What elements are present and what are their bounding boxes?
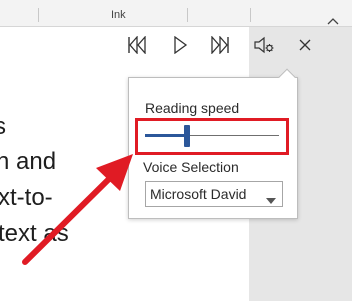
read-aloud-settings-button[interactable] bbox=[252, 35, 276, 59]
read-aloud-toolbar bbox=[120, 27, 323, 67]
close-read-aloud-button[interactable] bbox=[293, 35, 317, 59]
ribbon-separator bbox=[187, 8, 188, 22]
play-icon bbox=[172, 35, 188, 59]
chevron-down-icon bbox=[266, 191, 276, 209]
ribbon-bar: Ink bbox=[0, 0, 352, 27]
reading-speed-highlight-box bbox=[135, 118, 289, 155]
document-text-line: xt-to- bbox=[0, 184, 53, 211]
previous-paragraph-button[interactable] bbox=[125, 34, 149, 59]
next-paragraph-icon bbox=[210, 34, 230, 59]
play-button[interactable] bbox=[168, 35, 192, 59]
close-icon bbox=[298, 38, 312, 57]
read-aloud-settings-icon bbox=[253, 36, 275, 59]
previous-paragraph-icon bbox=[127, 34, 147, 59]
voice-selection-label: Voice Selection bbox=[143, 159, 239, 175]
next-paragraph-button[interactable] bbox=[208, 34, 232, 59]
document-text-line: n and bbox=[0, 148, 57, 175]
ribbon-group-label-ink: Ink bbox=[111, 9, 126, 21]
ribbon-separator bbox=[250, 8, 251, 22]
voice-selection-dropdown[interactable]: Microsoft David bbox=[145, 181, 283, 207]
reading-speed-label: Reading speed bbox=[145, 100, 240, 116]
ribbon-separator bbox=[38, 8, 39, 22]
document-text-line: text as bbox=[0, 220, 69, 247]
voice-selected-value: Microsoft David bbox=[150, 186, 247, 202]
document-text-line: s bbox=[0, 113, 6, 140]
